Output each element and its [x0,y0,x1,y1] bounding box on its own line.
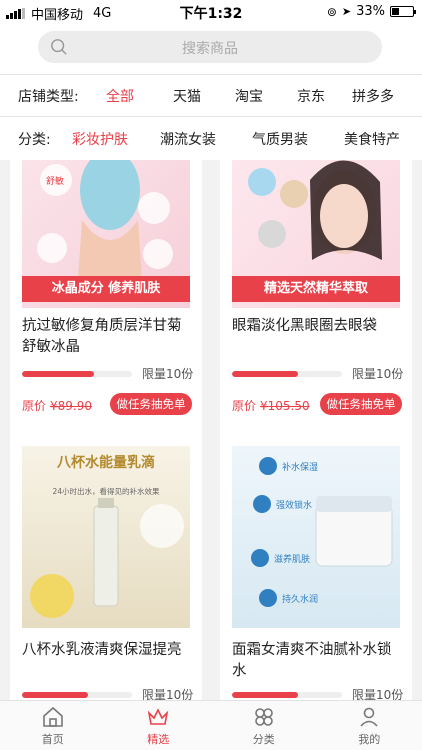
category-option-women[interactable]: 潮流女装 [142,129,234,149]
product-title: 抗过敏修复角质层洋甘菊舒敏冰晶 [22,318,182,355]
sales-progress [232,692,342,698]
tab-category[interactable]: 分类 [211,701,317,750]
feature-label: 强效锁水 [276,501,313,511]
store-option-jd[interactable]: 京东 [280,86,342,106]
battery-percent: 33% [356,4,385,19]
task-free-order-button[interactable]: 做任务抽免单 [320,393,402,415]
image-banner: 精选天然精华萃取 [232,276,400,302]
search-input[interactable]: 搜索商品 [38,31,382,63]
limit-label: 限量10份 [142,688,194,700]
bottom-tab-bar: 首页 精选 分类 我的 [0,700,422,750]
original-price: 原价 ¥89.90 [22,399,93,413]
feature-label: 滋养肌肤 [274,555,311,565]
sales-progress [22,371,132,377]
product-image: 补水保湿 强效锁水 滋养肌肤 持久水润 [232,446,400,628]
tab-label: 精选 [147,733,170,746]
product-grid: 舒敏 冰晶成分 修养肌肤 抗过敏修复角质层洋甘菊舒敏冰晶 限量10份 原价 ¥89… [0,160,422,700]
limit-label: 限量10份 [142,367,194,381]
product-image: 精选天然精华萃取 [232,160,400,308]
product-title: 面霜女清爽不油腻补水锁水 [232,642,392,679]
user-icon [360,707,378,727]
home-icon [42,706,63,727]
limit-label: 限量10份 [352,367,404,381]
tab-label: 首页 [41,733,64,746]
product-photo-bottle [30,498,184,618]
tab-profile[interactable]: 我的 [317,701,422,750]
battery-icon [390,6,416,17]
sales-progress [232,371,342,377]
limit-label: 限量10份 [352,688,404,700]
rotation-lock-icon: ⊚ [326,4,337,19]
store-option-tmall[interactable]: 天猫 [156,86,218,106]
crown-icon [148,708,169,725]
category-option-food[interactable]: 美食特产 [326,129,418,149]
search-bar: 搜索商品 [0,24,422,74]
category-grid-icon [254,708,273,726]
category-option-men[interactable]: 气质男装 [234,129,326,149]
store-option-pdd[interactable]: 拼多多 [342,86,404,106]
product-title: 八杯水乳液清爽保湿提亮 [22,642,182,658]
category-option-makeup[interactable]: 彩妆护肤 [68,129,132,149]
search-placeholder: 搜索商品 [182,41,238,57]
category-label: 分类: [18,131,51,148]
image-banner: 冰晶成分 修养肌肤 [22,276,190,302]
status-bar: 中国移动 4G 下午1:32 ⊚ ➤ 33% [0,0,422,24]
store-option-taobao[interactable]: 淘宝 [218,86,280,106]
product-image: 舒敏 冰晶成分 修养肌肤 [22,160,190,308]
product-title: 眼霜淡化黑眼圈去眼袋 [232,318,377,334]
store-type-label: 店铺类型: [18,88,79,105]
store-type-filter: 店铺类型: 全部 天猫 淘宝 京东 拼多多 [0,74,422,116]
tab-home[interactable]: 首页 [0,701,106,750]
product-image: 八杯水能量乳滴 24小时出水，看得见的补水效果 [22,446,190,628]
product-card[interactable]: 八杯水能量乳滴 24小时出水，看得见的补水效果 八杯水乳液清爽保湿提亮 限量10… [10,436,202,700]
store-option-all[interactable]: 全部 [94,86,146,106]
tab-label: 我的 [358,733,381,746]
feature-label: 补水保湿 [282,463,319,473]
tab-featured[interactable]: 精选 [106,701,212,750]
original-price: 原价 ¥105.50 [232,399,310,413]
task-free-order-button[interactable]: 做任务抽免单 [110,393,192,415]
product-card[interactable]: 补水保湿 强效锁水 滋养肌肤 持久水润 面霜女清爽不油腻补水锁水 限量10份 [220,436,412,700]
feature-label: 持久水润 [282,595,319,605]
tab-label: 分类 [252,733,275,746]
location-icon: ➤ [341,5,352,18]
category-filter: 分类: 彩妆护肤 潮流女装 气质男装 美食特产 [0,116,422,160]
sales-progress [22,692,132,698]
image-tag: 舒敏 [46,177,65,187]
